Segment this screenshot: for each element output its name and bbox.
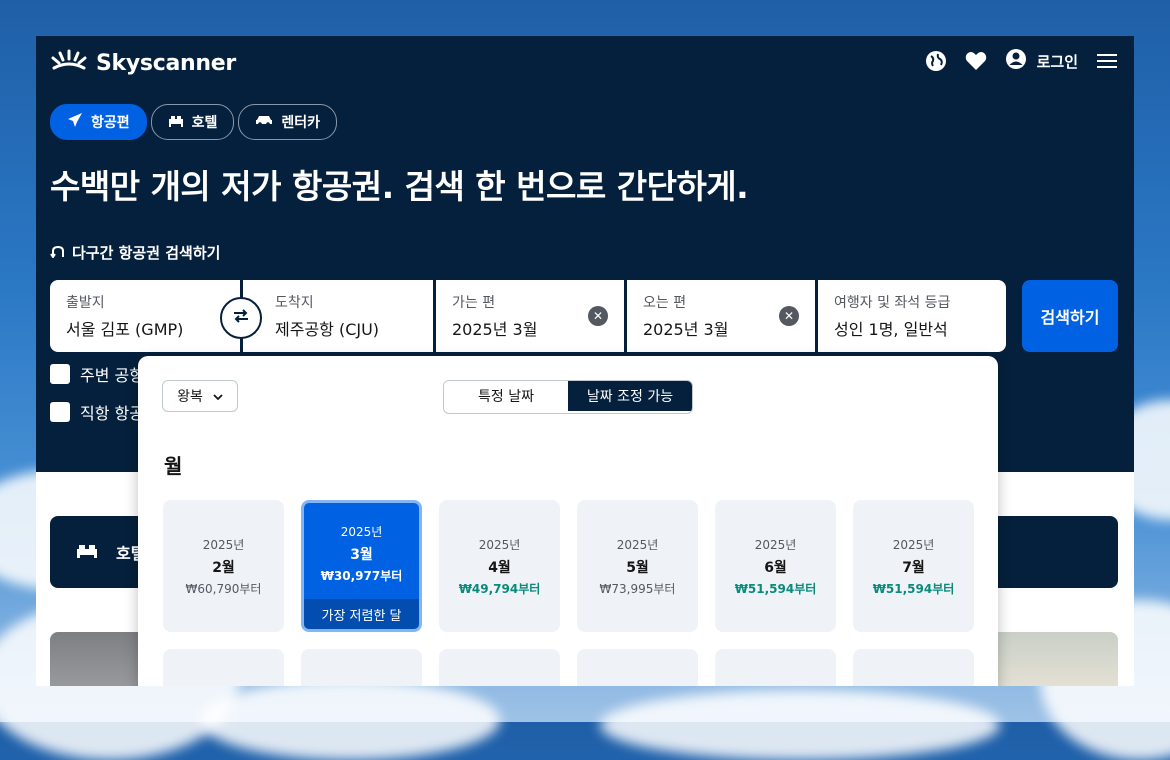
- tab-hotels-label: 호텔: [191, 115, 218, 131]
- month-name: 5월: [626, 559, 649, 576]
- car-icon: [255, 114, 273, 130]
- swap-icon: [232, 307, 250, 329]
- nearby-airports-option[interactable]: 주변 공항: [50, 362, 144, 386]
- globe-icon[interactable]: [925, 50, 947, 72]
- destination-label: 도착지: [275, 295, 314, 311]
- origin-label: 출발지: [66, 295, 105, 311]
- month-card[interactable]: [577, 649, 698, 686]
- trip-type-select[interactable]: 왕복: [162, 380, 238, 412]
- tab-hotels[interactable]: 호텔: [150, 104, 235, 140]
- month-card-jun[interactable]: 2025년 6월 ₩51,594부터: [715, 500, 836, 632]
- month-grid: 2025년 2월 ₩60,790부터 2025년 3월 ₩30,977부터 가장…: [163, 500, 974, 686]
- month-name: 2월: [212, 559, 235, 576]
- month-price: ₩51,594부터: [734, 581, 817, 596]
- month-card-feb[interactable]: 2025년 2월 ₩60,790부터: [163, 500, 284, 632]
- destination-value: 제주공항 (CJU): [275, 320, 380, 339]
- swap-button[interactable]: [220, 297, 262, 339]
- month-price: ₩51,594부터: [872, 581, 955, 596]
- direct-flights-label: 직항 항공: [80, 404, 144, 423]
- month-price: ₩73,995부터: [599, 581, 676, 596]
- depart-date-field[interactable]: 가는 편 2025년 3월 ✕: [436, 280, 624, 352]
- tab-flights[interactable]: 항공편: [50, 104, 147, 140]
- brand-name: Skyscanner: [96, 50, 236, 76]
- plane-icon: [67, 112, 83, 132]
- month-card[interactable]: [163, 649, 284, 686]
- month-card[interactable]: [853, 649, 974, 686]
- tab-car-hire[interactable]: 렌터카: [238, 104, 338, 140]
- product-tabs: 항공편 호텔 렌터카: [50, 104, 338, 140]
- tab-car-hire-label: 렌터카: [281, 115, 321, 131]
- login-button[interactable]: 로그인: [1005, 48, 1078, 74]
- skyscanner-logo[interactable]: Skyscanner: [50, 48, 236, 78]
- month-card[interactable]: [439, 649, 560, 686]
- month-card-content: 2025년 3월 ₩30,977부터: [321, 523, 403, 584]
- month-price: ₩30,977부터: [320, 568, 403, 583]
- date-picker-popup: 왕복 특정 날짜 날짜 조정 가능 월 2025년 2월 ₩60,790부터 2…: [138, 356, 998, 686]
- origin-field[interactable]: 출발지 서울 김포 (GMP): [50, 280, 240, 352]
- date-mode-toggle: 특정 날짜 날짜 조정 가능: [443, 380, 693, 414]
- cheapest-month-badge: 가장 저렴한 달: [304, 599, 419, 629]
- origin-value: 서울 김포 (GMP): [66, 320, 184, 339]
- multicity-icon: [50, 244, 66, 262]
- login-label: 로그인: [1036, 52, 1078, 71]
- direct-flights-option[interactable]: 직항 항공: [50, 400, 144, 424]
- clear-depart-icon[interactable]: ✕: [588, 306, 608, 326]
- month-name: 4월: [488, 559, 511, 576]
- travellers-value: 성인 1명, 일반석: [834, 320, 948, 339]
- month-name: 6월: [764, 559, 787, 576]
- month-name: 3월: [350, 546, 373, 563]
- page-headline: 수백만 개의 저가 항공권. 검색 한 번으로 간단하게.: [50, 167, 749, 206]
- search-button[interactable]: 검색하기: [1022, 280, 1118, 352]
- nearby-airports-label: 주변 공항: [80, 366, 144, 385]
- browser-page: Skyscanner 로그인 항공편 호텔 렌터카 수백만 개의 저가 항공권.…: [36, 36, 1134, 686]
- month-name: 7월: [902, 559, 925, 576]
- month-year: 2025년: [478, 537, 521, 552]
- return-date-field[interactable]: 오는 편 2025년 3월 ✕: [627, 280, 815, 352]
- heart-icon[interactable]: [965, 50, 987, 72]
- month-card-apr[interactable]: 2025년 4월 ₩49,794부터: [439, 500, 560, 632]
- trip-type-value: 왕복: [177, 389, 203, 405]
- multicity-link[interactable]: 다구간 항공권 검색하기: [50, 242, 220, 263]
- travellers-label: 여행자 및 좌석 등급: [834, 295, 951, 311]
- multicity-label: 다구간 항공권 검색하기: [72, 244, 221, 262]
- direct-flights-checkbox[interactable]: [50, 402, 70, 422]
- return-label: 오는 편: [643, 295, 687, 311]
- depart-value: 2025년 3월: [452, 320, 538, 339]
- month-year: 2025년: [892, 537, 935, 552]
- header-actions: 로그인: [925, 48, 1118, 74]
- return-value: 2025년 3월: [643, 320, 729, 339]
- depart-label: 가는 편: [452, 295, 496, 311]
- month-year: 2025년: [616, 537, 659, 552]
- month-card[interactable]: [301, 649, 422, 686]
- month-section-heading: 월: [164, 454, 183, 478]
- tab-flights-label: 항공편: [91, 115, 130, 131]
- month-price: ₩60,790부터: [185, 581, 262, 596]
- month-card-jul[interactable]: 2025년 7월 ₩51,594부터: [853, 500, 974, 632]
- month-year: 2025년: [754, 537, 797, 552]
- flight-search-form: 출발지 서울 김포 (GMP) 도착지 제주공항 (CJU) 가는 편 2025…: [50, 280, 1006, 352]
- month-year: 2025년: [202, 537, 245, 552]
- month-card-mar[interactable]: 2025년 3월 ₩30,977부터 가장 저렴한 달: [301, 500, 422, 632]
- travellers-field[interactable]: 여행자 및 좌석 등급 성인 1명, 일반석: [818, 280, 1006, 352]
- sun-logo-icon: [50, 48, 88, 78]
- month-card-may[interactable]: 2025년 5월 ₩73,995부터: [577, 500, 698, 632]
- month-price: ₩49,794부터: [458, 581, 541, 596]
- month-card[interactable]: [715, 649, 836, 686]
- flexible-dates-button[interactable]: 날짜 조정 가능: [568, 381, 692, 411]
- menu-icon[interactable]: [1096, 50, 1118, 72]
- clear-return-icon[interactable]: ✕: [779, 306, 799, 326]
- month-year: 2025년: [340, 524, 383, 539]
- bed-icon: [76, 541, 98, 563]
- account-icon: [1005, 48, 1027, 74]
- bed-icon: [168, 113, 184, 131]
- chevron-down-icon: [213, 388, 223, 404]
- destination-field[interactable]: 도착지 제주공항 (CJU): [243, 280, 433, 352]
- specific-dates-button[interactable]: 특정 날짜: [444, 381, 568, 411]
- nearby-airports-checkbox[interactable]: [50, 364, 70, 384]
